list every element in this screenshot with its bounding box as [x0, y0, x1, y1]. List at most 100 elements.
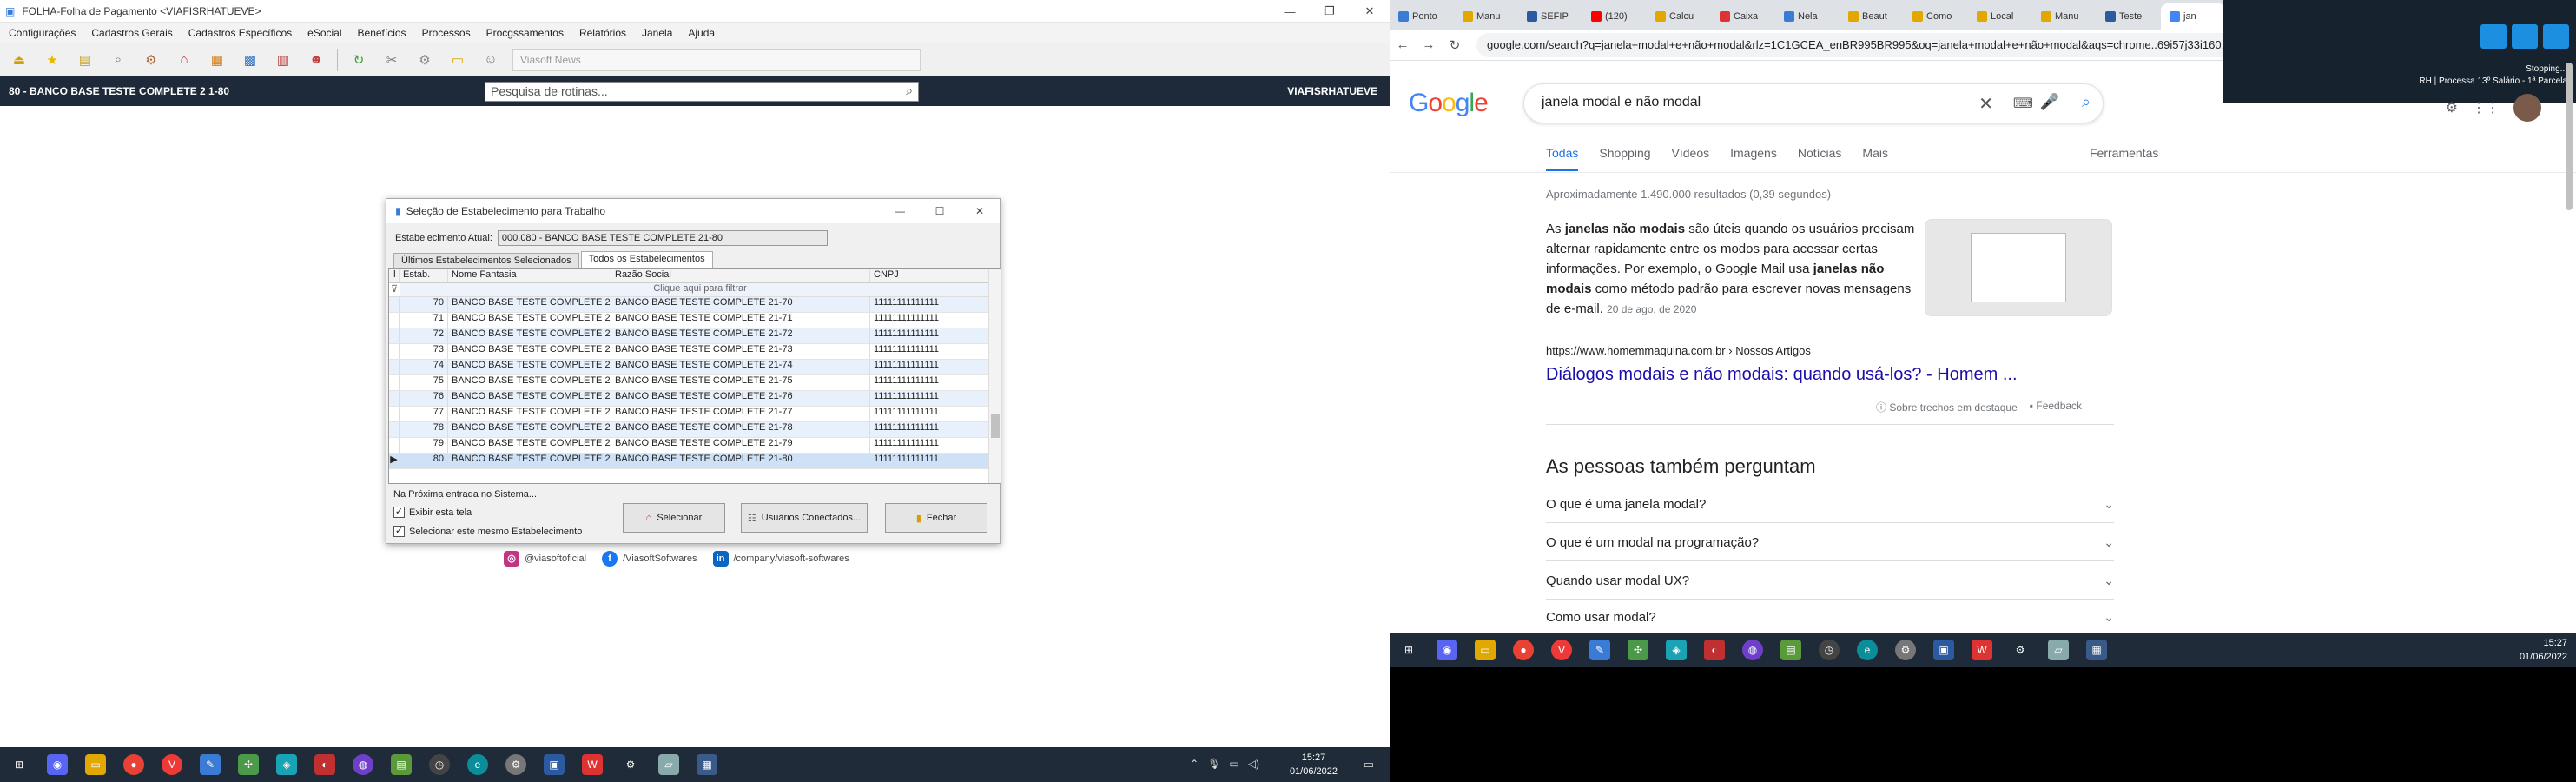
app-icon-2[interactable]: ◐ [314, 754, 335, 775]
maximize-button[interactable]: ❐ [1310, 0, 1350, 23]
start-icon[interactable]: ⊞ [9, 754, 30, 775]
process-icon[interactable]: ⚙ [413, 48, 437, 72]
keyboard-icon[interactable]: ⌨ [2013, 95, 2033, 112]
github-icon[interactable]: ◍ [1742, 640, 1763, 660]
connected-users-button[interactable]: ☷ Usuários Conectados... [741, 503, 868, 533]
source-url[interactable]: https://www.homemmaquina.com.br › Nossos… [1546, 344, 1811, 357]
minimize-button[interactable]: — [1270, 0, 1310, 23]
app-icon-5[interactable]: ▱ [2048, 640, 2069, 660]
source-title-link[interactable]: Diálogos modais e não modais: quando usá… [1546, 365, 2018, 385]
vivaldi-icon[interactable]: V [1551, 640, 1572, 660]
paa-question[interactable]: Como usar modal? ⌄ [1546, 601, 2114, 633]
table-row[interactable]: 73 BANCO BASE TESTE COMPLETE 2 BANCO BASE … [389, 344, 1001, 360]
tab-all[interactable]: Todos os Estabelecimentos [580, 251, 713, 268]
close-dialog-button[interactable]: ▮ Fechar [885, 503, 987, 533]
app-icon-1[interactable]: ◈ [276, 754, 297, 775]
browser-tab[interactable]: Teste [2097, 3, 2161, 30]
notepad-icon[interactable]: ▤ [391, 754, 412, 775]
tab-shopping[interactable]: Shopping [1599, 146, 1650, 171]
paa-question[interactable]: O que é um modal na programação? ⌄ [1546, 525, 2114, 561]
forward-icon[interactable]: → [1416, 37, 1442, 52]
same-establishment-option[interactable]: ✓ Selecionar este mesmo Estabelecimento [393, 526, 582, 537]
tool-icon[interactable]: ⚙ [505, 754, 526, 775]
grid-scroll-thumb[interactable] [991, 414, 1000, 438]
col-cnpj[interactable]: CNPJ [870, 269, 992, 282]
pen-icon[interactable]: ✎ [200, 754, 221, 775]
app-icon-4[interactable]: W [1972, 640, 1992, 660]
slack-icon[interactable]: ✣ [1628, 640, 1648, 660]
settings-icon[interactable]: ⚙ [620, 754, 641, 775]
menu-cadastros-gerais[interactable]: Cadastros Gerais [91, 27, 172, 39]
settings-icon[interactable]: ⚙ [2446, 99, 2458, 116]
app-icon-2[interactable]: ◐ [1704, 640, 1725, 660]
tool-icon[interactable]: ⚙ [1895, 640, 1916, 660]
routine-search-input[interactable]: Pesquisa de rotinas... ⌕ [485, 82, 919, 102]
col-estab[interactable]: Estab. [400, 269, 448, 282]
edge-icon[interactable]: e [1857, 640, 1878, 660]
browser-tab[interactable]: (120) [1582, 3, 1647, 30]
table-row[interactable]: 70 BANCO BASE TESTE COMPLETE 2 BANCO BASE … [389, 297, 1001, 313]
menu-processos[interactable]: Processos [422, 27, 471, 39]
facebook-link[interactable]: f /ViasoftSoftwares [602, 551, 697, 567]
edge-icon[interactable]: e [467, 754, 488, 775]
paa-question[interactable]: O que é uma janela modal? ⌄ [1546, 487, 2114, 523]
home-icon[interactable]: ⌂ [172, 48, 196, 72]
app-icon-3[interactable]: ▣ [544, 754, 565, 775]
search-icon[interactable]: ⌕ [2082, 93, 2091, 111]
discord-icon[interactable]: ◉ [1437, 640, 1457, 660]
tab-imagens[interactable]: Imagens [1730, 146, 1777, 171]
overlay-stop-icon[interactable] [2543, 24, 2569, 49]
grid-scrollbar[interactable] [988, 269, 1001, 483]
clock-right[interactable]: 15:27 01/06/2022 [2520, 636, 2567, 664]
table-row[interactable]: 71 BANCO BASE TESTE COMPLETE 2 BANCO BASE … [389, 313, 1001, 328]
google-logo[interactable]: Google [1409, 89, 1489, 118]
dialog-minimize-button[interactable]: — [880, 199, 920, 223]
github-icon[interactable]: ◍ [353, 754, 373, 775]
app-icon-5[interactable]: ▱ [658, 754, 679, 775]
menu-esocial[interactable]: eSocial [307, 27, 341, 39]
mic-icon[interactable]: 🎙 [1207, 758, 1220, 770]
chart-icon[interactable]: ▥ [271, 48, 295, 72]
notepad-icon[interactable]: ▤ [1780, 640, 1801, 660]
browser-tab[interactable]: Manu [2032, 3, 2097, 30]
browser-tab[interactable]: Beaut [1840, 3, 1904, 30]
network-icon[interactable]: ▭ [1229, 758, 1238, 770]
clear-icon[interactable]: ✕ [1978, 93, 1993, 115]
tab-mais[interactable]: Mais [1862, 146, 1888, 171]
table-row[interactable]: 78 BANCO BASE TESTE COMPLETE 2 BANCO BASE … [389, 422, 1001, 438]
slack-icon[interactable]: ✣ [238, 754, 259, 775]
tab-recent[interactable]: Últimos Estabelecimentos Selecionados [393, 253, 579, 268]
about-featured-link[interactable]: ⓘ Sobre trechos em destaque [1876, 400, 2018, 414]
clock-app-icon[interactable]: ◷ [429, 754, 450, 775]
user-icon[interactable]: ☻ [304, 48, 328, 72]
linkedin-link[interactable]: in /company/viasoft-softwares [712, 551, 849, 567]
table-row[interactable]: 79 BANCO BASE TESTE COMPLETE 2 BANCO BASE … [389, 438, 1001, 454]
paa-question[interactable]: Quando usar modal UX? ⌄ [1546, 563, 2114, 600]
table-row[interactable]: 75 BANCO BASE TESTE COMPLETE 2 BANCO BASE … [389, 375, 1001, 391]
search-icon[interactable]: ⌕ [906, 83, 913, 98]
browser-tab[interactable]: Calcu [1647, 3, 1711, 30]
vivaldi-icon[interactable]: V [162, 754, 182, 775]
snippet-thumbnail[interactable] [1925, 219, 2112, 316]
refresh-icon[interactable]: ↻ [347, 48, 371, 72]
app-icon-3[interactable]: ▣ [1933, 640, 1954, 660]
people-icon[interactable]: ☺ [479, 48, 503, 72]
table-row[interactable]: ▶ 80 BANCO BASE TESTE COMPLETE 2 BANCO BASE… [389, 454, 1001, 469]
file-explorer-icon[interactable]: ▭ [85, 754, 106, 775]
browser-tab[interactable]: Local [1968, 3, 2032, 30]
calculator-icon[interactable]: ▩ [238, 48, 262, 72]
start-icon[interactable]: ⊞ [1398, 640, 1419, 660]
star-icon[interactable]: ★ [40, 48, 64, 72]
gear-icon[interactable]: ⚙ [139, 48, 163, 72]
col-nome-fantasia[interactable]: Nome Fantasia [448, 269, 611, 282]
settings-icon[interactable]: ⚙ [2010, 640, 2031, 660]
chrome-icon[interactable]: ● [123, 754, 144, 775]
tools-button[interactable]: Ferramentas [2090, 146, 2158, 160]
table-row[interactable]: 74 BANCO BASE TESTE COMPLETE 2 BANCO BASE … [389, 360, 1001, 375]
dialog-close-button[interactable]: ✕ [960, 199, 1000, 223]
search-doc-icon[interactable]: ⌕ [106, 48, 130, 72]
show-screen-option[interactable]: ✓ Exibir esta tela [393, 507, 472, 518]
document-icon[interactable]: ▤ [73, 48, 97, 72]
menu-cadastros-especificos[interactable]: Cadastros Específicos [188, 27, 292, 39]
select-button[interactable]: ⌂ Selecionar [623, 503, 725, 533]
